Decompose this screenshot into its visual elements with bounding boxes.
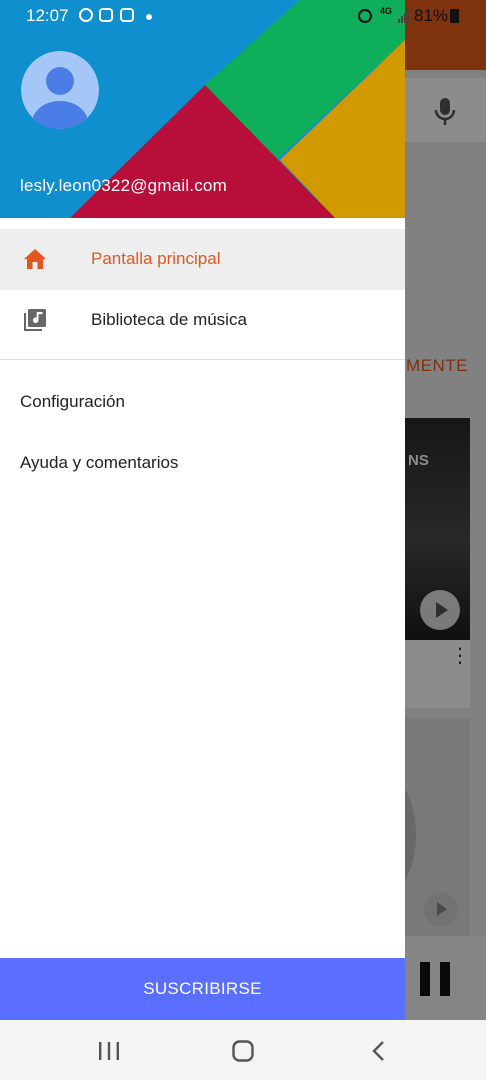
home-nav-icon[interactable] — [230, 1038, 256, 1064]
status-bar: 12:07 4G 81% — [0, 0, 486, 32]
network-type: 4G — [380, 6, 393, 16]
system-navigation-bar — [0, 1020, 486, 1080]
home-icon — [24, 249, 46, 269]
menu-help-feedback[interactable]: Ayuda y comentarios — [20, 453, 178, 473]
navigation-drawer: lesly.leon0322@gmail.com Pantalla princi… — [0, 0, 405, 1020]
subscribe-button[interactable]: SUSCRIBIRSE — [0, 958, 405, 1020]
more-notifications-icon — [146, 14, 152, 20]
status-time: 12:07 — [26, 6, 69, 25]
recent-apps-icon[interactable] — [96, 1038, 122, 1064]
instagram-notification-icon — [99, 8, 113, 22]
battery-percent: 81% — [414, 6, 449, 25]
music-library-icon — [24, 309, 46, 331]
nav-item-home-label: Pantalla principal — [91, 249, 221, 268]
avatar-placeholder-icon — [21, 51, 99, 129]
instagram-notification-icon-2 — [120, 8, 134, 22]
drawer-divider — [0, 359, 405, 360]
nav-item-music-library[interactable]: Biblioteca de música — [0, 290, 405, 351]
facebook-notification-icon — [79, 8, 93, 22]
nav-item-home[interactable]: Pantalla principal — [0, 229, 405, 290]
menu-settings[interactable]: Configuración — [20, 392, 125, 412]
back-icon[interactable] — [366, 1038, 392, 1064]
signal-icon — [398, 9, 409, 23]
account-email[interactable]: lesly.leon0322@gmail.com — [20, 176, 227, 196]
drawer-header: lesly.leon0322@gmail.com — [0, 0, 405, 218]
nav-item-music-library-label: Biblioteca de música — [91, 310, 247, 329]
avatar[interactable] — [21, 51, 99, 129]
alarm-icon — [358, 9, 372, 23]
battery-icon — [450, 9, 459, 23]
